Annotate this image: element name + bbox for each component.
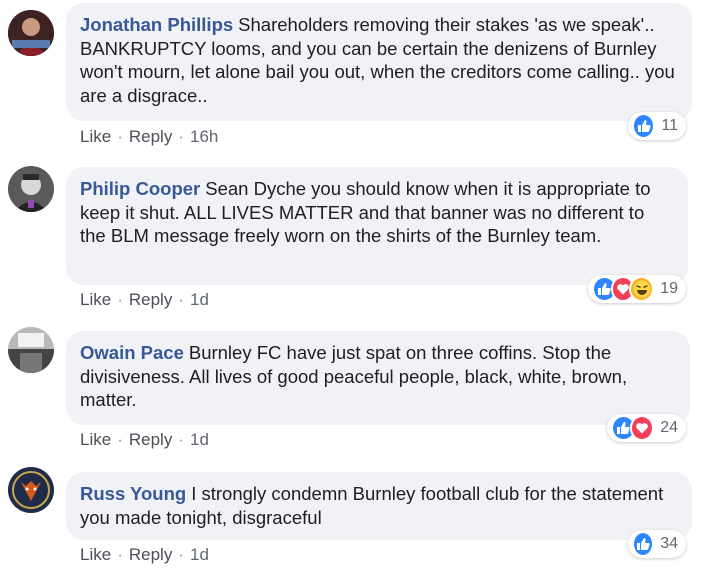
reactions-summary[interactable]: 24 (607, 414, 686, 442)
comment-author[interactable]: Owain Pace (80, 342, 184, 363)
love-reaction-icon (629, 415, 655, 441)
comment-author[interactable]: Jonathan Phillips (80, 14, 233, 35)
separator: · (178, 290, 184, 309)
reply-link[interactable]: Reply (129, 430, 172, 449)
comment-bubble: Jonathan Phillips Shareholders removing t… (66, 3, 692, 121)
comment-actions: Like · Reply · 16h (80, 127, 218, 147)
reaction-count: 11 (661, 117, 678, 134)
reactions-summary[interactable]: 34 (628, 530, 686, 558)
timestamp[interactable]: 1d (190, 430, 209, 449)
timestamp[interactable]: 1d (190, 290, 209, 309)
comment-actions: Like · Reply · 1d (80, 290, 209, 310)
like-link[interactable]: Like (80, 545, 111, 564)
avatar[interactable] (8, 467, 54, 513)
avatar[interactable] (8, 327, 54, 373)
separator: · (117, 545, 123, 564)
like-reaction-icon (632, 531, 655, 557)
avatar[interactable] (8, 166, 54, 212)
avatar[interactable] (8, 10, 54, 56)
avatar-image (8, 166, 54, 212)
avatar-image (8, 467, 54, 513)
separator: · (178, 430, 184, 449)
separator: · (178, 127, 184, 146)
like-link[interactable]: Like (80, 290, 111, 309)
comment-bubble: Philip Cooper Sean Dyche you should know … (66, 167, 688, 285)
avatar-image (8, 10, 54, 56)
reply-link[interactable]: Reply (129, 127, 172, 146)
like-link[interactable]: Like (80, 430, 111, 449)
haha-reaction-icon (629, 276, 655, 302)
timestamp[interactable]: 1d (190, 545, 209, 564)
avatar-image (8, 327, 54, 373)
comment-actions: Like · Reply · 1d (80, 545, 209, 565)
comment-author[interactable]: Russ Young (80, 483, 186, 504)
like-reaction-icon (632, 113, 656, 139)
reply-link[interactable]: Reply (129, 545, 172, 564)
separator: · (117, 430, 123, 449)
reply-link[interactable]: Reply (129, 290, 172, 309)
reaction-count: 19 (660, 280, 678, 297)
comment-actions: Like · Reply · 1d (80, 430, 209, 450)
reaction-count: 34 (660, 535, 678, 552)
like-link[interactable]: Like (80, 127, 111, 146)
separator: · (117, 127, 123, 146)
reaction-count: 24 (660, 419, 678, 436)
reactions-summary[interactable]: 19 (588, 275, 686, 303)
timestamp[interactable]: 16h (190, 127, 218, 146)
comment-bubble: Owain Pace Burnley FC have just spat on t… (66, 331, 690, 425)
separator: · (178, 545, 184, 564)
comment-author[interactable]: Philip Cooper (80, 178, 200, 199)
comment-bubble: Russ Young I strongly condemn Burnley foo… (66, 472, 692, 540)
separator: · (117, 290, 123, 309)
reactions-summary[interactable]: 11 (628, 112, 686, 140)
